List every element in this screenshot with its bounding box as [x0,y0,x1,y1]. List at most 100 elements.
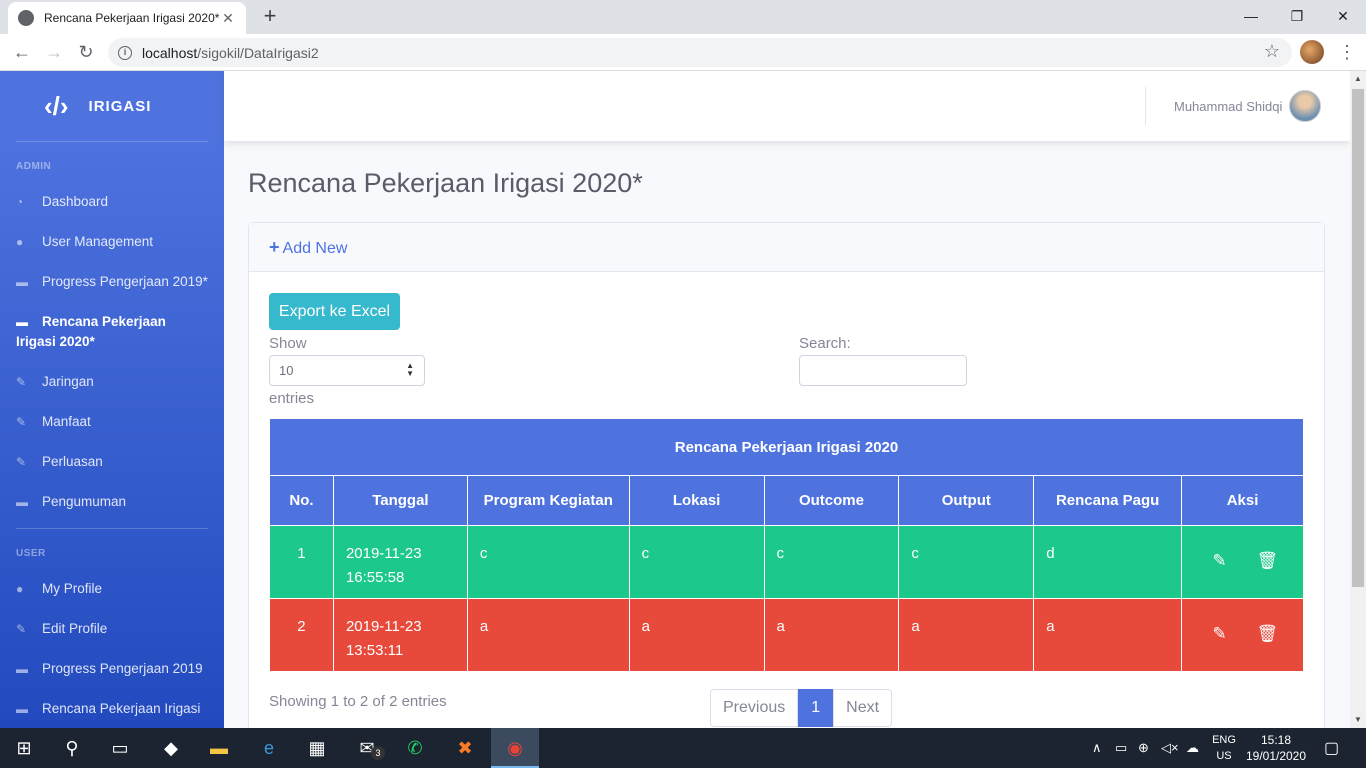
column-header-tanggal[interactable]: Tanggal [332,475,468,526]
handshake-icon: ▬ [16,495,28,509]
brand-name: IRIGASI [88,97,152,115]
previous-page-button[interactable]: Previous [710,689,799,727]
column-header-program[interactable]: Program Kegiatan [466,475,630,526]
sidebar-heading-user: USER [16,548,46,559]
column-header-lokasi[interactable]: Lokasi [628,475,765,526]
scroll-up-arrow-icon[interactable]: ▲ [1350,71,1366,87]
edit-icon: ✎ [16,375,27,389]
column-header-no[interactable]: No. [269,475,334,526]
user-avatar[interactable] [1289,90,1321,122]
page-1-button[interactable]: 1 [798,689,834,727]
sidebar-item-rencana-2020[interactable]: ▬ Rencana Pekerjaan Irigasi 2020* [0,302,224,362]
scroll-down-arrow-icon[interactable]: ▼ [1350,712,1366,728]
entries-label: entries [269,390,315,407]
sidebar-item-pengumuman[interactable]: ▬ Pengumuman [0,482,224,522]
cell-aksi: ✎ 🗑 [1181,525,1304,599]
sidebar: ‹/› IRIGASI ADMIN ◔ Dashboard ● User Manag… [0,71,224,728]
user-name[interactable]: Muhammad Shidqi [1174,99,1282,114]
user-icon: ● [16,582,24,596]
handshake-icon: ▬ [16,275,28,289]
back-button[interactable]: ← [10,40,34,64]
battery-icon[interactable]: ▭ [1115,740,1127,756]
handshake-icon: ▬ [16,702,28,716]
xampp-icon[interactable]: ✖ [453,736,477,760]
close-window-button[interactable]: ✕ [1320,4,1366,28]
browser-profile-avatar[interactable] [1300,40,1324,64]
sidebar-item-dashboard[interactable]: ◔ Dashboard [0,182,224,222]
network-icon[interactable]: ⊕ [1138,740,1149,756]
minimize-button[interactable]: — [1228,4,1274,28]
cell-no: 1 [269,525,334,599]
close-tab-icon[interactable]: ✕ [220,10,236,27]
edit-icon[interactable]: ✎ [1211,625,1229,643]
new-tab-button[interactable]: + [258,4,282,28]
language-indicator[interactable]: ENG US [1210,732,1238,764]
trash-icon[interactable]: 🗑 [1257,625,1279,643]
mail-badge: 3 [371,746,385,760]
cell-lokasi: a [628,598,765,672]
forward-button[interactable]: → [42,40,66,64]
cell-pagu: a [1033,598,1183,672]
next-page-button[interactable]: Next [833,689,893,727]
url-field[interactable]: i localhost/sigokil/DataIrigasi2 ☆ [108,38,1292,67]
page-scrollbar[interactable]: ▲ ▼ [1350,71,1366,728]
search-input[interactable] [799,355,967,386]
sidebar-item-rencana[interactable]: ▬ Rencana Pekerjaan Irigasi [0,689,224,728]
bookmark-star-icon[interactable]: ☆ [1264,41,1280,62]
chrome-icon[interactable]: ◉ [503,736,527,760]
notifications-icon[interactable]: ▢ [1324,738,1339,758]
onedrive-icon[interactable]: ☁ [1186,740,1199,756]
column-header-output[interactable]: Output [898,475,1035,526]
store-icon[interactable]: ▦ [305,736,329,760]
restore-button[interactable]: ❐ [1274,4,1320,28]
edit-icon[interactable]: ✎ [1211,552,1229,570]
scrollbar-thumb[interactable] [1352,89,1364,587]
reload-button[interactable]: ↻ [74,40,98,64]
file-explorer-icon[interactable]: ▬ [207,736,231,760]
data-card: + Add New Export ke Excel Show 10 ▲ ▼ entr… [248,222,1325,728]
cell-outcome: c [763,525,900,599]
sidebar-item-perluasan[interactable]: ✎ Perluasan [0,442,224,482]
browser-tab[interactable]: Rencana Pekerjaan Irigasi 2020* ✕ [8,2,246,34]
sidebar-item-manfaat[interactable]: ✎ Manfaat [0,402,224,442]
data-table: Rencana Pekerjaan Irigasi 2020 No. Tangg… [269,418,1304,672]
column-header-pagu[interactable]: Rencana Pagu [1033,475,1183,526]
topbar: Muhammad Shidqi [224,71,1350,141]
edit-icon: ✎ [16,455,27,469]
entries-select[interactable]: 10 ▲ ▼ [269,355,425,386]
tray-chevron-icon[interactable]: ∧ [1092,740,1102,756]
add-new-link[interactable]: + Add New [269,237,347,257]
url-path: /sigokil/DataIrigasi2 [197,44,319,61]
windows-start-icon[interactable]: ⊞ [12,736,36,760]
trash-icon[interactable]: 🗑 [1257,552,1279,570]
system-clock[interactable]: 15:18 19/01/2020 [1244,732,1308,764]
edge-icon[interactable]: e [257,736,281,760]
inkscape-icon[interactable]: ◆ [159,736,183,760]
dashboard-icon: ◔ [16,195,24,209]
column-header-aksi[interactable]: Aksi [1181,475,1304,526]
sidebar-item-edit-profile[interactable]: ✎ Edit Profile [0,609,224,649]
cell-tanggal: 2019-11-23 13:53:11 [332,598,468,672]
address-bar: ← → ↻ i localhost/sigokil/DataIrigasi2 ☆ [0,34,1366,71]
cell-output: c [898,525,1035,599]
whatsapp-icon[interactable]: ✆ [403,736,427,760]
sidebar-item-my-profile[interactable]: ● My Profile [0,569,224,609]
info-icon[interactable]: i [118,45,132,60]
export-excel-button[interactable]: Export ke Excel [269,293,400,330]
sidebar-brand[interactable]: ‹/› IRIGASI [0,71,224,141]
sidebar-item-progress-2019[interactable]: ▬ Progress Pengerjaan 2019 [0,649,224,689]
volume-muted-icon[interactable]: ◁× [1161,740,1179,756]
task-view-icon[interactable]: ▭ [108,736,132,760]
sidebar-item-progress-2019-admin[interactable]: ▬ Progress Pengerjaan 2019* [0,262,224,302]
column-header-outcome[interactable]: Outcome [763,475,900,526]
search-icon[interactable]: ⚲ [60,736,84,760]
sidebar-item-user-management[interactable]: ● User Management [0,222,224,262]
cell-output: a [898,598,1035,672]
edit-icon: ✎ [16,415,27,429]
topbar-divider [1145,87,1146,125]
search-label: Search: [799,335,851,352]
page: ‹/› IRIGASI ADMIN ◔ Dashboard ● User Manag… [0,71,1350,728]
browser-menu-icon[interactable]: ⋮ [1338,40,1356,64]
edit-icon: ✎ [16,622,27,636]
sidebar-item-jaringan[interactable]: ✎ Jaringan [0,362,224,402]
